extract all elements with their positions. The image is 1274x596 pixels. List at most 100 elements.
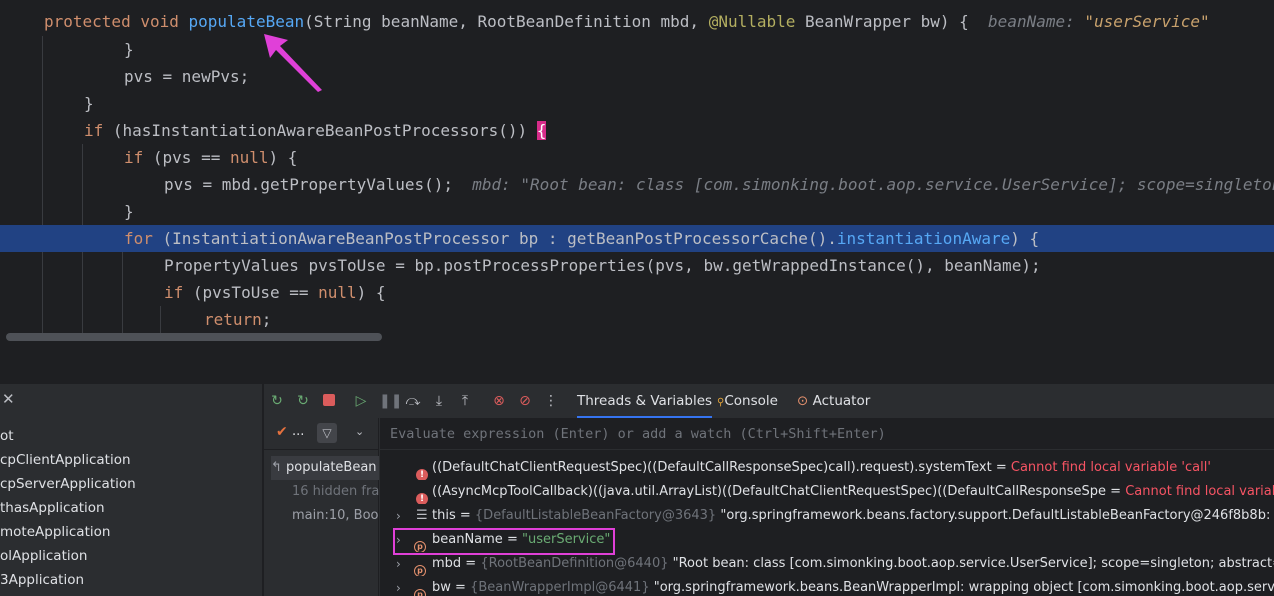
variable-type: {DefaultListableBeanFactory@3643} (474, 508, 717, 523)
watch-row[interactable]: ! ((DefaultChatClientRequestSpec)((Defau… (380, 456, 1274, 480)
watch-error: Cannot find local variable 'call' (1010, 460, 1211, 475)
code-line[interactable]: pvs = newPvs; (0, 63, 1274, 90)
chevron-right-icon[interactable]: › (396, 552, 401, 576)
app-item-label: thasApplication (0, 500, 105, 516)
code-line[interactable]: PropertyValues pvsToUse = bp.postProcess… (0, 252, 1274, 279)
mute-breakpoints-icon[interactable]: ⊘ (517, 393, 533, 409)
frame-hidden[interactable]: 16 hidden fra (292, 480, 379, 504)
step-into-icon[interactable]: ⤓ (431, 393, 447, 409)
code-line[interactable]: } (0, 198, 1274, 225)
rerun-icon[interactable]: ↻ (269, 393, 285, 409)
app-item-label: ot (0, 428, 14, 444)
app-item-label: olApplication (0, 548, 88, 564)
app-item[interactable]: olApplication (0, 544, 87, 568)
code-line[interactable]: if (pvsToUse == null) { (0, 279, 1274, 306)
step-over-icon[interactable]: ⤼ (405, 393, 421, 409)
code-text: if (pvs == null) { (124, 148, 298, 167)
equals-sign: = (991, 460, 1011, 475)
threads-toolbar: ✔ ... ▽ ⌄ (264, 418, 379, 450)
app-item[interactable]: cpClientApplication (0, 448, 131, 472)
horizontal-scrollbar[interactable] (6, 333, 382, 341)
chevron-down-icon[interactable]: ⌄ (355, 425, 364, 438)
variable-name: bw (432, 580, 451, 595)
watch-expression: ((AsyncMcpToolCallback)((java.util.Array… (432, 484, 1107, 499)
equals-sign: = (455, 508, 475, 523)
error-icon: ! (416, 462, 428, 480)
code-line[interactable]: if (pvs == null) { (0, 144, 1274, 171)
frame-main[interactable]: main:10, Boo (292, 504, 379, 528)
filter-icon[interactable]: ▽ (317, 423, 337, 443)
equals-sign: = (461, 556, 481, 571)
code-text: } (84, 94, 94, 113)
code-text: pvs = mbd.getPropertyValues(); mbd: "Roo… (164, 175, 1274, 194)
close-icon[interactable]: ✕ (2, 390, 15, 408)
app-item[interactable]: cpServerApplication (0, 472, 136, 496)
app-item-label: 3Application (0, 572, 85, 588)
stop-icon[interactable] (321, 393, 337, 409)
code-text: return; (204, 310, 272, 329)
watch-row[interactable]: ! ((AsyncMcpToolCallback)((java.util.Arr… (380, 480, 1274, 504)
actuator-icon: ⊙ (797, 393, 809, 409)
app-item[interactable]: 3Application (0, 568, 84, 592)
debug-tool-window: ↻ ↻ ▷ ❚❚ ⤼ ⤓ ⤒ ⊗ ⊘ ⋮ Threads & Variables… (264, 384, 1274, 596)
variables-panel: Evaluate expression (Enter) or add a wat… (380, 418, 1274, 596)
code-editor[interactable]: protected void populateBean(String beanN… (0, 0, 1274, 344)
evaluate-expression-input[interactable]: Evaluate expression (Enter) or add a wat… (380, 418, 1274, 450)
app-item-label: cpClientApplication (0, 452, 131, 468)
variable-value: "org.springframework.beans.BeanWrapperIm… (653, 580, 1274, 595)
code-line[interactable]: protected void populateBean(String beanN… (0, 8, 1274, 35)
equals-sign: = (450, 580, 471, 595)
code-text: if (pvsToUse == null) { (164, 283, 386, 302)
return-icon: ↰ (271, 460, 282, 475)
code-line[interactable]: pvs = mbd.getPropertyValues(); mbd: "Roo… (0, 171, 1274, 198)
frame-label: populateBean (286, 460, 377, 475)
code-line-current[interactable]: for (InstantiationAwareBeanPostProcessor… (0, 225, 1274, 252)
more-options-icon[interactable]: ⋮ (543, 393, 559, 409)
rerun-failed-icon[interactable]: ↻ (295, 393, 311, 409)
frame-current[interactable]: ↰ populateBean (271, 456, 379, 480)
tab-threads-variables[interactable]: Threads & Variables (577, 384, 713, 418)
variable-row[interactable]: › p bw = {BeanWrapperImpl@6441} "org.spr… (380, 576, 1274, 596)
code-text: protected void populateBean(String beanN… (44, 12, 1210, 31)
step-out-icon[interactable]: ⤒ (457, 393, 473, 409)
chevron-right-icon[interactable]: › (396, 504, 401, 528)
parameter-icon: p (414, 558, 426, 576)
editor-bottom-space (0, 344, 1274, 384)
code-text: if (hasInstantiationAwareBeanPostProcess… (84, 121, 547, 140)
parameter-icon: p (414, 582, 426, 596)
frames-panel: ✔ ... ▽ ⌄ ↰ populateBean 16 hidden fra m… (264, 418, 379, 596)
watch-error: Cannot find local variable 'call' (1125, 484, 1274, 499)
code-line[interactable]: } (0, 90, 1274, 117)
code-text: } (124, 40, 134, 59)
annotation-highlight-box (393, 528, 615, 555)
annotation-arrow (264, 34, 322, 92)
variable-type: {RootBeanDefinition@6440} (480, 556, 669, 571)
variable-type: {BeanWrapperImpl@6441} (470, 580, 650, 595)
view-breakpoints-icon[interactable]: ⊗ (491, 393, 507, 409)
checkmark-icon[interactable]: ✔ (276, 424, 288, 440)
variable-row[interactable]: › p mbd = {RootBeanDefinition@6440} "Roo… (380, 552, 1274, 576)
chevron-right-icon[interactable]: › (396, 576, 401, 596)
equals-sign: = (1106, 484, 1126, 499)
variable-name: this (432, 508, 456, 523)
variable-row[interactable]: › ☰ this = {DefaultListableBeanFactory@3… (380, 504, 1274, 528)
resume-icon[interactable]: ▷ (353, 393, 369, 409)
pause-icon[interactable]: ❚❚ (379, 393, 402, 409)
app-item[interactable]: moteApplication (0, 520, 110, 544)
code-line[interactable]: return; (0, 306, 1274, 333)
frame-label: main:10, Boo (292, 508, 379, 523)
app-item[interactable]: ot (0, 424, 14, 448)
tab-actuator[interactable]: ⊙ Actuator (797, 384, 870, 418)
debug-toolbar: ↻ ↻ ▷ ❚❚ ⤼ ⤓ ⤒ ⊗ ⊘ ⋮ Threads & Variables… (264, 384, 1274, 418)
tab-console[interactable]: ⚲Console (717, 384, 778, 418)
code-line[interactable]: if (hasInstantiationAwareBeanPostProcess… (0, 117, 1274, 144)
tab-label: Threads & Variables (577, 393, 713, 409)
code-text: pvs = newPvs; (124, 67, 250, 86)
code-text: } (124, 202, 134, 221)
watch-expression: ((DefaultChatClientRequestSpec)((Default… (432, 460, 992, 475)
app-item[interactable]: thasApplication (0, 496, 105, 520)
code-text: PropertyValues pvsToUse = bp.postProcess… (164, 256, 1041, 275)
thread-selector[interactable]: ... (292, 424, 304, 439)
app-item-label: cpServerApplication (0, 476, 136, 492)
code-line[interactable]: } (0, 36, 1274, 63)
